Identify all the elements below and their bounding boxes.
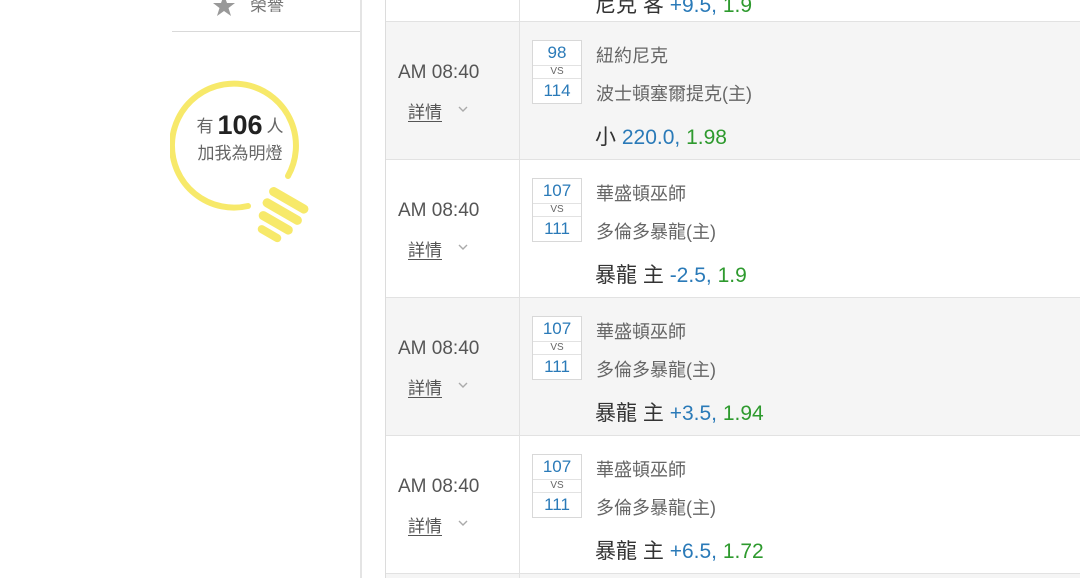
chevron-down-icon[interactable] — [458, 518, 468, 528]
bet-odds: 1.9 — [717, 264, 747, 287]
bulb-suffix: 人 — [266, 117, 284, 136]
match-time: AM 08:40 — [398, 476, 480, 497]
match-row: AM 08:40 詳情 98 VS 114 紐約尼克 波士頓塞爾提克(主) 小 … — [386, 21, 1080, 160]
bulb-prefix: 有 — [196, 117, 214, 136]
bet-line: +6.5, — [669, 540, 717, 563]
bet-pick: 暴龍 主 -2.5, 1.9 — [595, 259, 747, 289]
bet-label: 暴龍 主 — [595, 540, 664, 563]
bet-odds: 1.98 — [686, 126, 727, 149]
bet-pick: 小 220.0, 1.98 — [595, 121, 727, 151]
team-away: 紐約尼克 — [596, 46, 668, 66]
sidebar-item-label: 榮譽 — [250, 0, 284, 15]
sidebar: 榮譽 有 106 人 加我為明燈 — [0, 0, 360, 578]
team-home: 多倫多暴龍(主) — [596, 222, 716, 242]
match-row: AM 08:40 詳情 107 VS 111 華盛頓巫師 多倫多暴龍(主) 暴龍… — [386, 297, 1080, 436]
vs-label: VS — [533, 203, 581, 217]
team-home: 多倫多暴龍(主) — [596, 498, 716, 518]
follower-count: 106 — [217, 110, 263, 140]
team-home: 多倫多暴龍(主) — [596, 360, 716, 380]
bet-label: 尼克 客 — [595, 0, 664, 17]
bet-pick: 暴龍 主 +3.5, 1.94 — [595, 397, 764, 427]
detail-link[interactable]: 詳情 — [408, 374, 442, 399]
score-box: 107 VS 111 — [532, 316, 582, 380]
lightbulb-follow-badge[interactable]: 有 106 人 加我為明燈 — [170, 76, 310, 252]
score-home-team: 111 — [544, 495, 570, 514]
match-time: AM 08:40 — [398, 200, 480, 221]
match-time: AM 08:40 — [398, 338, 480, 359]
score-box: 98 VS 114 — [532, 40, 582, 104]
score-away-team: 107 — [542, 181, 572, 200]
score-home-team: 111 — [544, 357, 570, 376]
match-row-partial: 尼克 客 +9.5, 1.9 — [386, 0, 1080, 21]
bet-odds: 1.9 — [722, 0, 753, 17]
match-row: AM 08:40 詳情 107 VS 111 華盛頓巫師 多倫多暴龍(主) 暴龍… — [386, 159, 1080, 298]
bet-odds: 1.72 — [722, 540, 764, 563]
vs-label: VS — [533, 341, 581, 355]
score-home-team: 114 — [543, 81, 571, 100]
bet-line: 220.0, — [621, 126, 681, 149]
score-home-team: 111 — [544, 219, 570, 238]
bet-odds: 1.94 — [722, 402, 764, 425]
bet-label: 小 — [595, 126, 616, 149]
bet-line: +9.5, — [669, 0, 717, 17]
bet-line: +3.5, — [669, 402, 717, 425]
score-away-team: 107 — [542, 457, 572, 476]
detail-link[interactable]: 詳情 — [408, 236, 442, 261]
match-list: 尼克 客 +9.5, 1.9 AM 08:40 詳情 98 VS 114 紐約尼… — [385, 0, 1080, 578]
match-row: AM 08:40 詳情 107 VS 111 華盛頓巫師 多倫多暴龍(主) 暴龍… — [386, 435, 1080, 574]
bet-label: 暴龍 主 — [595, 264, 664, 287]
bet-line: -2.5, — [669, 264, 712, 287]
bet-pick: 暴龍 主 +6.5, 1.72 — [595, 535, 764, 565]
bet-label: 暴龍 主 — [595, 402, 664, 425]
score-box: 107 VS 111 — [532, 178, 582, 242]
score-away-team: 107 — [542, 319, 572, 338]
bet-pick: 尼克 客 +9.5, 1.9 — [595, 0, 752, 19]
match-row-partial — [386, 573, 1080, 578]
chevron-down-icon[interactable] — [458, 380, 468, 390]
team-away: 華盛頓巫師 — [596, 460, 686, 480]
star-icon — [213, 0, 235, 16]
detail-link[interactable]: 詳情 — [408, 512, 442, 537]
sidebar-divider — [360, 0, 362, 578]
score-box: 107 VS 111 — [532, 454, 582, 518]
sidebar-item-honor[interactable]: 榮譽 — [172, 0, 360, 32]
chevron-down-icon[interactable] — [458, 104, 468, 114]
match-time: AM 08:40 — [398, 62, 480, 83]
score-away-team: 98 — [547, 43, 567, 62]
bulb-caption: 加我為明燈 — [197, 144, 283, 163]
team-away: 華盛頓巫師 — [596, 322, 686, 342]
vs-label: VS — [533, 65, 581, 79]
team-home: 波士頓塞爾提克(主) — [596, 84, 752, 104]
chevron-down-icon[interactable] — [458, 242, 468, 252]
detail-link[interactable]: 詳情 — [408, 98, 442, 123]
vs-label: VS — [533, 479, 581, 493]
team-away: 華盛頓巫師 — [596, 184, 686, 204]
